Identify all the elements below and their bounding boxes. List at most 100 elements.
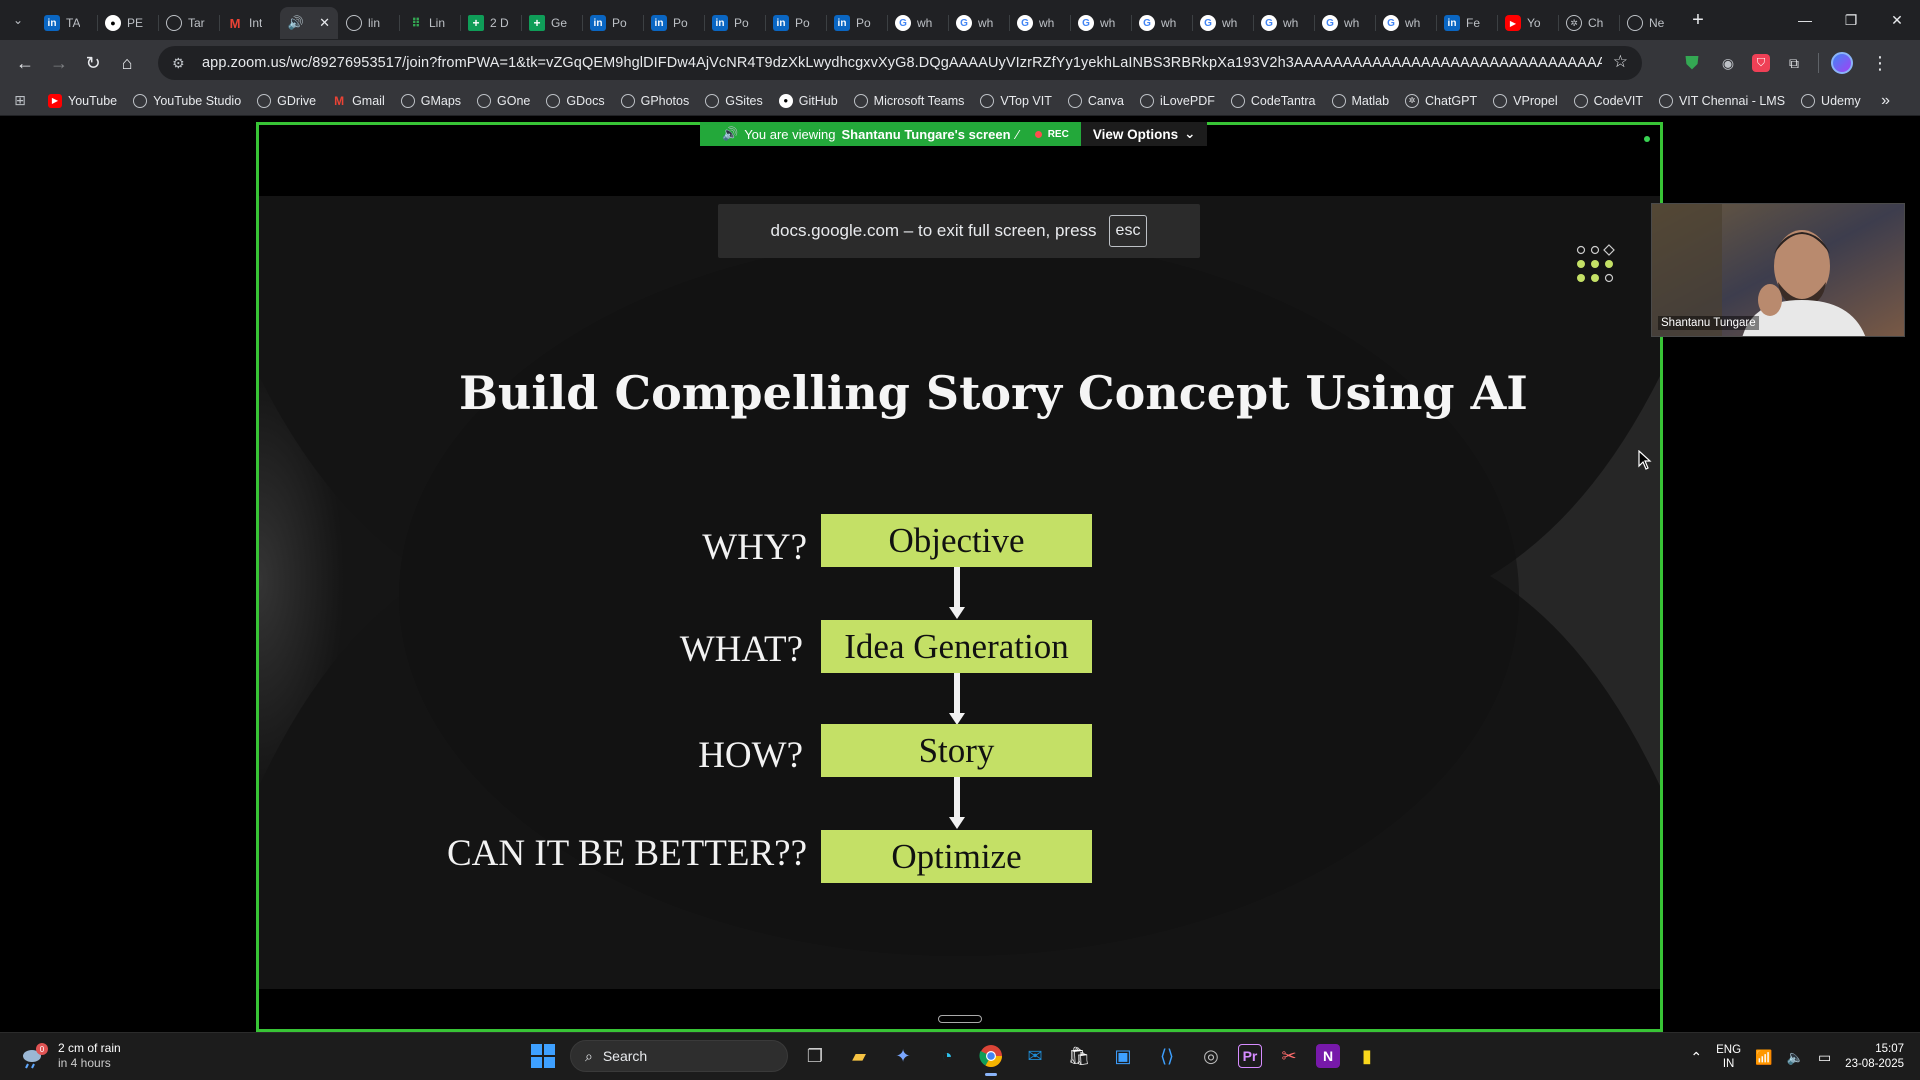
bookmark-star-icon[interactable]: ☆ bbox=[1613, 52, 1628, 72]
store-icon[interactable]: 🛍 bbox=[1062, 1039, 1096, 1073]
drag-handle[interactable] bbox=[938, 1015, 982, 1023]
minimize-icon[interactable]: — bbox=[1782, 0, 1828, 40]
bookmark-item[interactable]: M Gmail bbox=[324, 87, 393, 115]
bookmark-item[interactable]: Canva bbox=[1060, 87, 1132, 115]
file-explorer-icon[interactable]: ▰ bbox=[842, 1039, 876, 1073]
bookmark-item[interactable]: VPropel bbox=[1485, 87, 1565, 115]
browser-tab[interactable]: Ne bbox=[1619, 7, 1680, 39]
bookmark-item[interactable]: YouTube Studio bbox=[125, 87, 249, 115]
forward-arrow-icon[interactable]: → bbox=[42, 46, 76, 80]
clock-date: 23-08-2025 bbox=[1845, 1058, 1904, 1070]
camera-extension-icon[interactable]: ◉ bbox=[1716, 51, 1740, 75]
browser-tab[interactable]: in Fe bbox=[1436, 7, 1497, 39]
home-icon[interactable]: ⌂ bbox=[110, 46, 144, 80]
browser-tab[interactable]: ● PE bbox=[97, 7, 158, 39]
bookmark-item[interactable]: GMaps bbox=[393, 87, 469, 115]
weather-widget[interactable]: 0 2 cm of rain in 4 hours bbox=[20, 1041, 121, 1071]
wifi-icon[interactable]: 📶 bbox=[1755, 1049, 1772, 1066]
tab-search-chevron-icon[interactable]: ⌄ bbox=[0, 0, 36, 40]
browser-tab[interactable]: +2 D bbox=[460, 7, 521, 39]
browser-tab[interactable]: M Int bbox=[219, 7, 280, 39]
bookmarks-overflow-icon[interactable]: » bbox=[1881, 92, 1890, 110]
bookmark-item[interactable]: ● GitHub bbox=[771, 87, 846, 115]
chrome-icon[interactable] bbox=[974, 1039, 1008, 1076]
copilot-icon[interactable]: ✦ bbox=[886, 1039, 920, 1073]
volume-icon[interactable]: 🔈 bbox=[1787, 1049, 1804, 1066]
browser-tab[interactable]: in TA bbox=[36, 7, 97, 39]
google-icon: G bbox=[1017, 15, 1033, 31]
browser-tab[interactable]: ⠿ Lin bbox=[399, 7, 460, 39]
bookmark-item[interactable]: GDocs bbox=[538, 87, 612, 115]
google-icon: G bbox=[1383, 15, 1399, 31]
more-menu-icon[interactable]: ⋮ bbox=[1871, 53, 1889, 74]
premiere-icon[interactable]: Pr bbox=[1238, 1044, 1262, 1068]
participant-video-tile[interactable]: Shantanu Tungare bbox=[1651, 203, 1905, 337]
bookmark-item[interactable]: ▶ YouTube bbox=[40, 87, 125, 115]
extensions-puzzle-icon[interactable]: ⧉ bbox=[1782, 51, 1806, 75]
battery-icon[interactable]: ▭ bbox=[1818, 1049, 1831, 1066]
apps-grid-icon[interactable]: ⊞ bbox=[0, 92, 40, 109]
bookmark-label: CodeVIT bbox=[1593, 93, 1643, 108]
profile-avatar[interactable] bbox=[1831, 52, 1853, 74]
bookmark-item[interactable]: GPhotos bbox=[613, 87, 698, 115]
bookmark-item[interactable]: VTop VIT bbox=[972, 87, 1059, 115]
bookmark-item[interactable]: GSites bbox=[697, 87, 771, 115]
chevron-up-icon[interactable]: ⌃ bbox=[1690, 1049, 1702, 1066]
bookmark-item[interactable]: CodeTantra bbox=[1223, 87, 1324, 115]
url-text[interactable]: app.zoom.us/wc/89276953517/join?fromPWA=… bbox=[202, 55, 1602, 71]
edge-icon[interactable]: ◔ bbox=[930, 1039, 964, 1073]
language-indicator[interactable]: ENG IN bbox=[1716, 1043, 1741, 1071]
clock[interactable]: 15:07 23-08-2025 bbox=[1845, 1042, 1904, 1072]
shield-extension-icon[interactable]: ⛊ bbox=[1680, 51, 1704, 75]
browser-tab[interactable]: + Ge bbox=[521, 7, 582, 39]
new-tab-plus-icon[interactable]: + bbox=[1680, 0, 1716, 40]
back-arrow-icon[interactable]: ← bbox=[8, 46, 42, 80]
restore-icon[interactable]: ❐ bbox=[1828, 0, 1874, 40]
bookmark-item[interactable]: GOne bbox=[469, 87, 538, 115]
windows-start-icon[interactable] bbox=[526, 1039, 560, 1073]
bookmark-item[interactable]: iLovePDF bbox=[1132, 87, 1223, 115]
browser-tab[interactable]: Gwh bbox=[1070, 7, 1131, 39]
browser-tab[interactable]: in Po bbox=[704, 7, 765, 39]
snipping-tool-icon[interactable]: ✂ bbox=[1272, 1039, 1306, 1073]
bookmark-item[interactable]: Microsoft Teams bbox=[846, 87, 973, 115]
browser-tab[interactable]: Gwh bbox=[1009, 7, 1070, 39]
browser-tab[interactable]: in Po bbox=[582, 7, 643, 39]
browser-tab[interactable]: Gwh bbox=[1192, 7, 1253, 39]
browser-tab[interactable]: in Po bbox=[826, 7, 887, 39]
tab-close-icon[interactable]: ✕ bbox=[319, 15, 330, 31]
browser-tab[interactable]: Gwh bbox=[1314, 7, 1375, 39]
bookmark-item[interactable]: Matlab bbox=[1324, 87, 1398, 115]
browser-tab[interactable]: ✲ Ch bbox=[1558, 7, 1619, 39]
taskbar-search[interactable]: ⌕ Search bbox=[570, 1040, 788, 1072]
browser-tab[interactable]: Gwh bbox=[887, 7, 948, 39]
browser-tab[interactable]: Gwh bbox=[1253, 7, 1314, 39]
obs-icon[interactable]: ◎ bbox=[1194, 1039, 1228, 1073]
view-options-button[interactable]: View Options ⌄ bbox=[1080, 122, 1208, 146]
browser-tab[interactable]: Tar bbox=[158, 7, 219, 39]
window-app-icon[interactable]: ▣ bbox=[1106, 1039, 1140, 1073]
sticky-notes-icon[interactable]: ▮ bbox=[1350, 1039, 1384, 1073]
site-settings-icon[interactable]: ⚙ bbox=[172, 55, 194, 72]
close-window-icon[interactable]: ✕ bbox=[1874, 0, 1920, 40]
browser-tab[interactable]: Gwh bbox=[1131, 7, 1192, 39]
bookmark-item[interactable]: GDrive bbox=[249, 87, 324, 115]
browser-tab[interactable]: Gwh bbox=[948, 7, 1009, 39]
browser-tab[interactable]: lin bbox=[338, 7, 399, 39]
task-view-icon[interactable]: ❐ bbox=[798, 1039, 832, 1073]
pocket-extension-icon[interactable]: ⛉ bbox=[1752, 54, 1770, 72]
vscode-icon[interactable]: ⟨⟩ bbox=[1150, 1039, 1184, 1073]
bookmark-item[interactable]: VIT Chennai - LMS bbox=[1651, 87, 1793, 115]
browser-tab[interactable]: in Po bbox=[765, 7, 826, 39]
browser-tab[interactable]: in Po bbox=[643, 7, 704, 39]
onenote-icon[interactable]: N bbox=[1316, 1044, 1340, 1068]
outlook-icon[interactable]: ✉ bbox=[1018, 1039, 1052, 1073]
address-bar[interactable]: ⚙ app.zoom.us/wc/89276953517/join?fromPW… bbox=[158, 46, 1642, 80]
browser-tab[interactable]: Gwh bbox=[1375, 7, 1436, 39]
bookmark-item[interactable]: Udemy bbox=[1793, 87, 1869, 115]
bookmark-item[interactable]: CodeVIT bbox=[1566, 87, 1651, 115]
browser-tab[interactable]: ▶ Yo bbox=[1497, 7, 1558, 39]
browser-tab[interactable]: 🔊 ✕ bbox=[280, 7, 338, 39]
bookmark-item[interactable]: ✲ ChatGPT bbox=[1397, 87, 1485, 115]
reload-icon[interactable]: ↻ bbox=[76, 46, 110, 80]
